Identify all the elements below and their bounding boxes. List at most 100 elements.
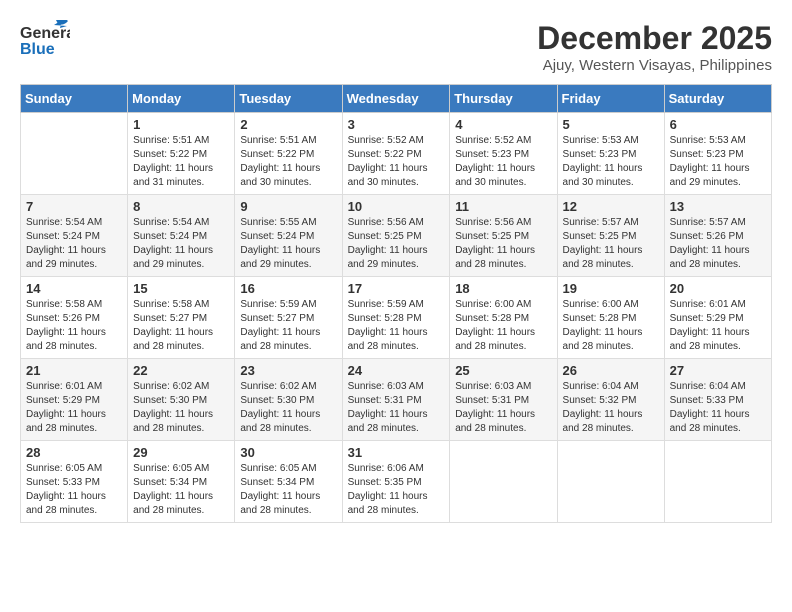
sunrise-text: Sunrise: 5:52 AM: [348, 135, 424, 146]
daylight-text: Daylight: 11 hours and 28 minutes.: [348, 327, 428, 352]
daylight-text: Daylight: 11 hours and 31 minutes.: [133, 163, 213, 188]
day-number: 19: [563, 281, 659, 296]
day-info: Sunrise: 6:05 AM Sunset: 5:33 PM Dayligh…: [26, 462, 122, 518]
calendar-week-row: 14 Sunrise: 5:58 AM Sunset: 5:26 PM Dayl…: [21, 277, 772, 359]
sunrise-text: Sunrise: 6:05 AM: [240, 463, 316, 474]
daylight-text: Daylight: 11 hours and 29 minutes.: [348, 245, 428, 270]
logo-bird-icon: General Blue: [20, 20, 70, 65]
calendar-cell: 31 Sunrise: 6:06 AM Sunset: 5:35 PM Dayl…: [342, 441, 450, 523]
day-info: Sunrise: 6:05 AM Sunset: 5:34 PM Dayligh…: [133, 462, 229, 518]
sunrise-text: Sunrise: 5:59 AM: [348, 299, 424, 310]
header-monday: Monday: [128, 85, 235, 113]
sunrise-text: Sunrise: 6:02 AM: [240, 381, 316, 392]
sunset-text: Sunset: 5:27 PM: [240, 313, 314, 324]
daylight-text: Daylight: 11 hours and 28 minutes.: [26, 327, 106, 352]
calendar-cell: 13 Sunrise: 5:57 AM Sunset: 5:26 PM Dayl…: [664, 195, 771, 277]
day-info: Sunrise: 5:59 AM Sunset: 5:27 PM Dayligh…: [240, 298, 336, 354]
sunrise-text: Sunrise: 5:56 AM: [348, 217, 424, 228]
calendar-week-row: 1 Sunrise: 5:51 AM Sunset: 5:22 PM Dayli…: [21, 113, 772, 195]
sunrise-text: Sunrise: 5:57 AM: [670, 217, 746, 228]
calendar-cell: [557, 441, 664, 523]
day-number: 23: [240, 363, 336, 378]
calendar-cell: 25 Sunrise: 6:03 AM Sunset: 5:31 PM Dayl…: [450, 359, 557, 441]
calendar-cell: 8 Sunrise: 5:54 AM Sunset: 5:24 PM Dayli…: [128, 195, 235, 277]
day-number: 15: [133, 281, 229, 296]
day-number: 21: [26, 363, 122, 378]
day-info: Sunrise: 6:03 AM Sunset: 5:31 PM Dayligh…: [455, 380, 551, 436]
svg-text:General: General: [20, 25, 70, 42]
day-info: Sunrise: 5:57 AM Sunset: 5:26 PM Dayligh…: [670, 216, 766, 272]
calendar-cell: 21 Sunrise: 6:01 AM Sunset: 5:29 PM Dayl…: [21, 359, 128, 441]
sunset-text: Sunset: 5:30 PM: [240, 395, 314, 406]
day-number: 22: [133, 363, 229, 378]
day-number: 8: [133, 199, 229, 214]
sunset-text: Sunset: 5:23 PM: [455, 149, 529, 160]
calendar-cell: 12 Sunrise: 5:57 AM Sunset: 5:25 PM Dayl…: [557, 195, 664, 277]
sunset-text: Sunset: 5:25 PM: [563, 231, 637, 242]
daylight-text: Daylight: 11 hours and 28 minutes.: [133, 409, 213, 434]
sunset-text: Sunset: 5:22 PM: [133, 149, 207, 160]
calendar-week-row: 7 Sunrise: 5:54 AM Sunset: 5:24 PM Dayli…: [21, 195, 772, 277]
sunrise-text: Sunrise: 5:51 AM: [240, 135, 316, 146]
calendar-cell: 9 Sunrise: 5:55 AM Sunset: 5:24 PM Dayli…: [235, 195, 342, 277]
daylight-text: Daylight: 11 hours and 29 minutes.: [670, 163, 750, 188]
sunrise-text: Sunrise: 5:58 AM: [26, 299, 102, 310]
calendar-cell: 15 Sunrise: 5:58 AM Sunset: 5:27 PM Dayl…: [128, 277, 235, 359]
svg-text:Blue: Blue: [20, 41, 55, 58]
daylight-text: Daylight: 11 hours and 28 minutes.: [455, 245, 535, 270]
calendar-table: Sunday Monday Tuesday Wednesday Thursday…: [20, 84, 772, 523]
sunset-text: Sunset: 5:25 PM: [348, 231, 422, 242]
sunset-text: Sunset: 5:31 PM: [348, 395, 422, 406]
sunset-text: Sunset: 5:24 PM: [26, 231, 100, 242]
sunrise-text: Sunrise: 6:03 AM: [455, 381, 531, 392]
day-number: 10: [348, 199, 445, 214]
day-info: Sunrise: 6:00 AM Sunset: 5:28 PM Dayligh…: [455, 298, 551, 354]
day-info: Sunrise: 5:56 AM Sunset: 5:25 PM Dayligh…: [455, 216, 551, 272]
header-tuesday: Tuesday: [235, 85, 342, 113]
sunset-text: Sunset: 5:34 PM: [240, 477, 314, 488]
day-number: 12: [563, 199, 659, 214]
sunset-text: Sunset: 5:24 PM: [133, 231, 207, 242]
daylight-text: Daylight: 11 hours and 28 minutes.: [240, 327, 320, 352]
day-number: 4: [455, 117, 551, 132]
daylight-text: Daylight: 11 hours and 29 minutes.: [240, 245, 320, 270]
calendar-week-row: 28 Sunrise: 6:05 AM Sunset: 5:33 PM Dayl…: [21, 441, 772, 523]
calendar-cell: 5 Sunrise: 5:53 AM Sunset: 5:23 PM Dayli…: [557, 113, 664, 195]
sunrise-text: Sunrise: 6:01 AM: [26, 381, 102, 392]
sunset-text: Sunset: 5:26 PM: [26, 313, 100, 324]
day-number: 31: [348, 445, 445, 460]
sunrise-text: Sunrise: 5:59 AM: [240, 299, 316, 310]
day-number: 2: [240, 117, 336, 132]
calendar-cell: 4 Sunrise: 5:52 AM Sunset: 5:23 PM Dayli…: [450, 113, 557, 195]
daylight-text: Daylight: 11 hours and 28 minutes.: [670, 245, 750, 270]
daylight-text: Daylight: 11 hours and 29 minutes.: [26, 245, 106, 270]
calendar-cell: 11 Sunrise: 5:56 AM Sunset: 5:25 PM Dayl…: [450, 195, 557, 277]
day-info: Sunrise: 6:04 AM Sunset: 5:32 PM Dayligh…: [563, 380, 659, 436]
calendar-cell: 2 Sunrise: 5:51 AM Sunset: 5:22 PM Dayli…: [235, 113, 342, 195]
day-number: 16: [240, 281, 336, 296]
sunrise-text: Sunrise: 6:05 AM: [133, 463, 209, 474]
day-info: Sunrise: 5:56 AM Sunset: 5:25 PM Dayligh…: [348, 216, 445, 272]
daylight-text: Daylight: 11 hours and 28 minutes.: [240, 491, 320, 516]
calendar-cell: 17 Sunrise: 5:59 AM Sunset: 5:28 PM Dayl…: [342, 277, 450, 359]
day-info: Sunrise: 5:58 AM Sunset: 5:27 PM Dayligh…: [133, 298, 229, 354]
daylight-text: Daylight: 11 hours and 30 minutes.: [240, 163, 320, 188]
day-number: 6: [670, 117, 766, 132]
sunrise-text: Sunrise: 6:00 AM: [563, 299, 639, 310]
calendar-week-row: 21 Sunrise: 6:01 AM Sunset: 5:29 PM Dayl…: [21, 359, 772, 441]
day-number: 27: [670, 363, 766, 378]
sunrise-text: Sunrise: 6:04 AM: [563, 381, 639, 392]
sunset-text: Sunset: 5:22 PM: [240, 149, 314, 160]
day-number: 11: [455, 199, 551, 214]
day-info: Sunrise: 5:54 AM Sunset: 5:24 PM Dayligh…: [133, 216, 229, 272]
sunrise-text: Sunrise: 5:53 AM: [563, 135, 639, 146]
page-header: General Blue December 2025 Ajuy, Western…: [20, 20, 772, 74]
sunrise-text: Sunrise: 5:58 AM: [133, 299, 209, 310]
sunset-text: Sunset: 5:33 PM: [26, 477, 100, 488]
day-info: Sunrise: 6:05 AM Sunset: 5:34 PM Dayligh…: [240, 462, 336, 518]
calendar-cell: 16 Sunrise: 5:59 AM Sunset: 5:27 PM Dayl…: [235, 277, 342, 359]
month-year-title: December 2025: [537, 20, 772, 57]
day-info: Sunrise: 5:52 AM Sunset: 5:23 PM Dayligh…: [455, 134, 551, 190]
day-info: Sunrise: 6:01 AM Sunset: 5:29 PM Dayligh…: [26, 380, 122, 436]
day-number: 14: [26, 281, 122, 296]
